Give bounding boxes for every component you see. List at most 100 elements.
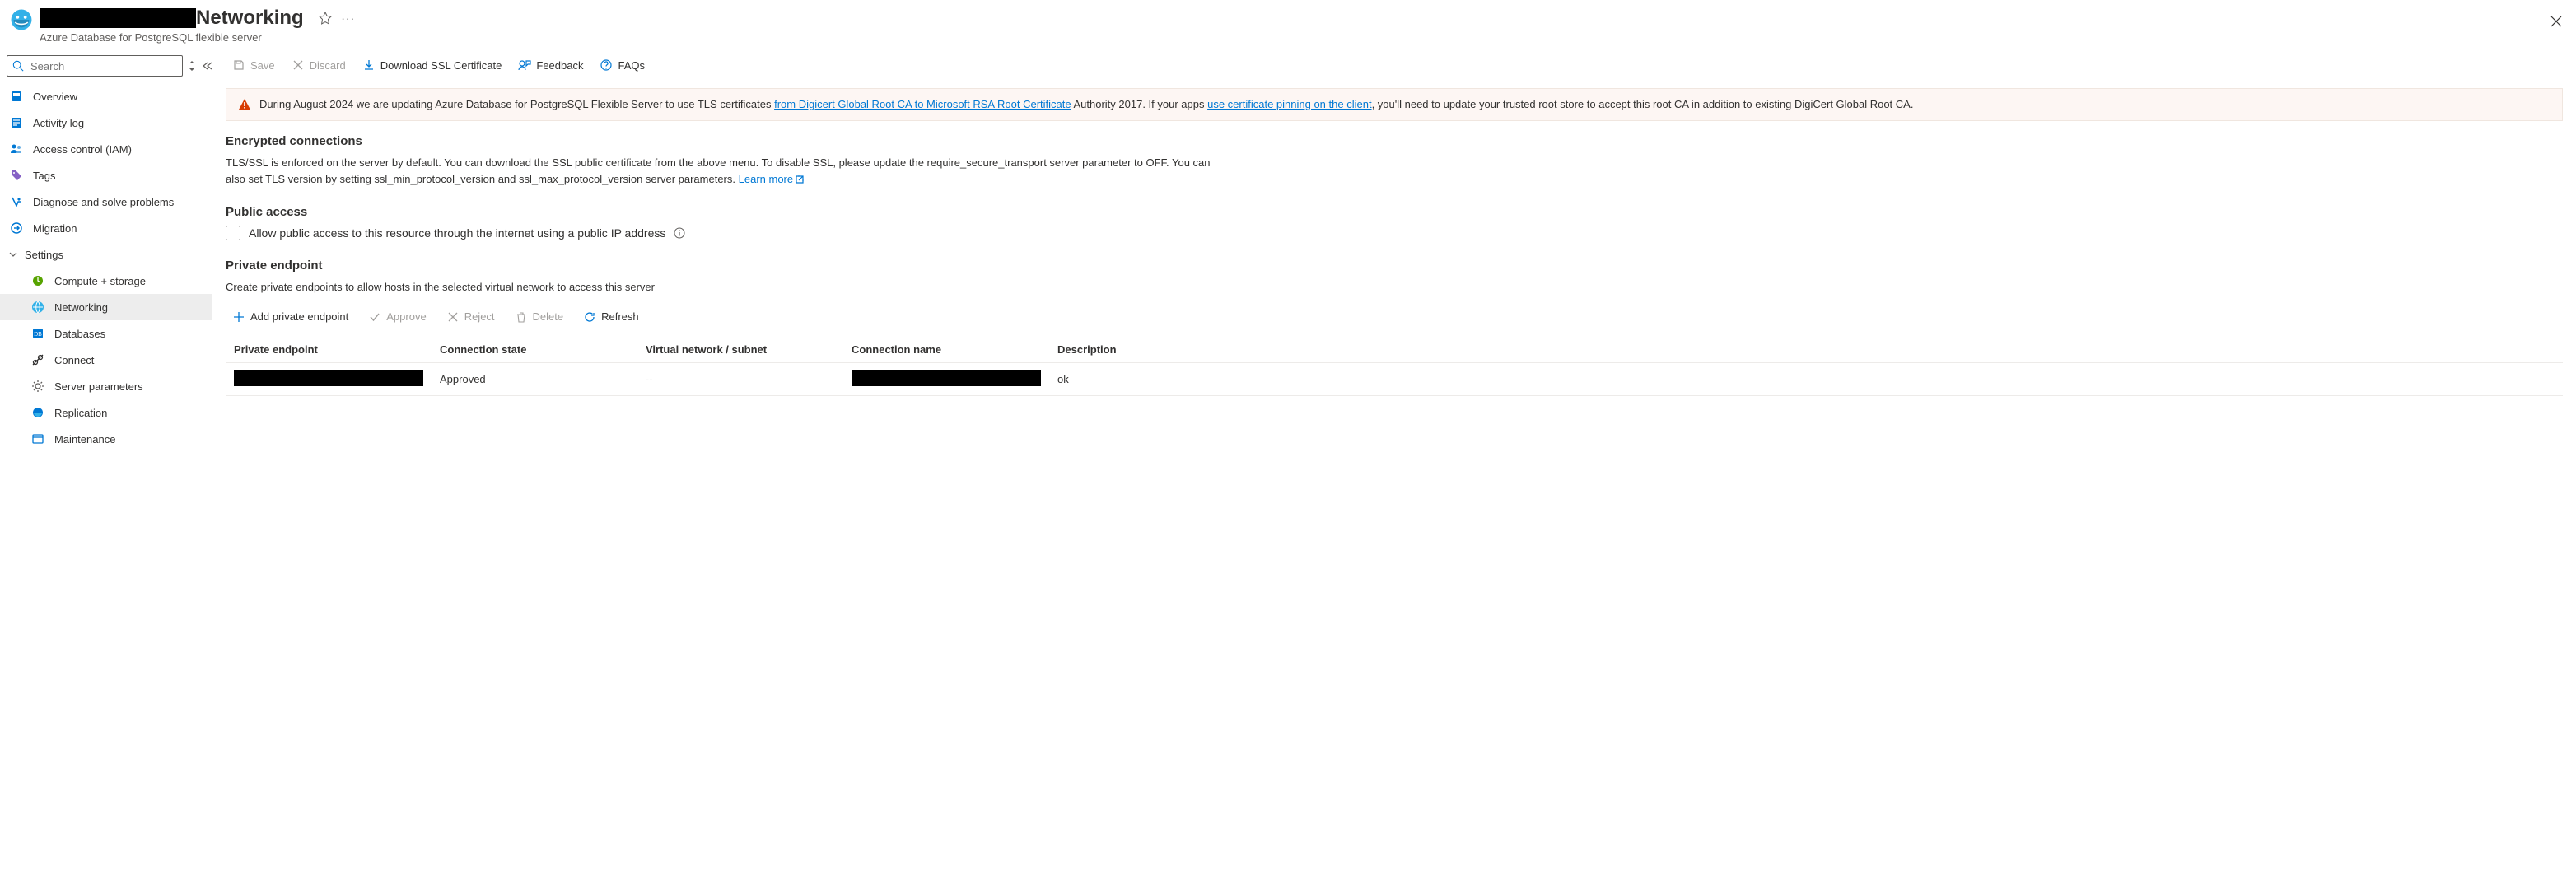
nav-label: Server parameters bbox=[54, 380, 143, 393]
nav-label: Migration bbox=[33, 222, 77, 235]
feedback-icon bbox=[518, 58, 531, 72]
expand-icon[interactable] bbox=[188, 58, 196, 74]
nav-label: Overview bbox=[33, 91, 77, 103]
approve-button[interactable]: Approve bbox=[362, 304, 432, 330]
compute-icon bbox=[31, 274, 44, 287]
col-connection-name[interactable]: Connection name bbox=[843, 337, 1049, 363]
delete-button[interactable]: Delete bbox=[508, 304, 571, 330]
page-subtitle: Azure Database for PostgreSQL flexible s… bbox=[40, 31, 360, 44]
replication-icon bbox=[31, 406, 44, 419]
nav-server-parameters[interactable]: Server parameters bbox=[0, 373, 212, 399]
section-title-encrypted: Encrypted connections bbox=[226, 134, 2563, 148]
discard-button[interactable]: Discard bbox=[285, 52, 352, 78]
nav-label: Activity log bbox=[33, 117, 84, 129]
plus-icon bbox=[232, 310, 245, 324]
nav-compute-storage[interactable]: Compute + storage bbox=[0, 268, 212, 294]
public-access-label: Allow public access to this resource thr… bbox=[249, 226, 665, 240]
col-vnet-subnet[interactable]: Virtual network / subnet bbox=[637, 337, 843, 363]
nav-databases[interactable]: DB Databases bbox=[0, 320, 212, 347]
chevron-down-icon bbox=[8, 249, 18, 259]
pe-toolbar: Add private endpoint Approve Reject Dele… bbox=[226, 304, 2563, 330]
tags-icon bbox=[10, 169, 23, 182]
col-connection-state[interactable]: Connection state bbox=[432, 337, 637, 363]
pe-name-redacted bbox=[234, 370, 423, 386]
activity-log-icon bbox=[10, 116, 23, 129]
nav-migration[interactable]: Migration bbox=[0, 215, 212, 241]
help-icon bbox=[600, 58, 613, 72]
alert-link-root-ca[interactable]: from Digicert Global Root CA to Microsof… bbox=[774, 98, 1071, 110]
search-input-wrapper[interactable] bbox=[7, 55, 183, 77]
encrypted-connections-section: Encrypted connections TLS/SSL is enforce… bbox=[212, 134, 2576, 202]
nav-label: Tags bbox=[33, 170, 55, 182]
reject-icon bbox=[446, 310, 460, 324]
nav-label: Networking bbox=[54, 301, 108, 314]
save-icon bbox=[232, 58, 245, 72]
nav-access-control[interactable]: Access control (IAM) bbox=[0, 136, 212, 162]
pin-icon[interactable] bbox=[314, 7, 337, 30]
search-input[interactable] bbox=[29, 59, 177, 73]
close-icon[interactable] bbox=[2546, 12, 2566, 31]
public-access-checkbox[interactable] bbox=[226, 226, 240, 240]
refresh-button[interactable]: Refresh bbox=[576, 304, 646, 330]
nav-networking[interactable]: Networking bbox=[0, 294, 212, 320]
table-header-row: Private endpoint Connection state Virtua… bbox=[226, 337, 2563, 363]
nav-label: Compute + storage bbox=[54, 275, 146, 287]
nav-overview[interactable]: Overview bbox=[0, 83, 212, 110]
migration-icon bbox=[10, 221, 23, 235]
feedback-button[interactable]: Feedback bbox=[511, 52, 590, 78]
nav-connect[interactable]: Connect bbox=[0, 347, 212, 373]
section-text-encrypted: TLS/SSL is enforced on the server by def… bbox=[226, 155, 1214, 187]
col-private-endpoint[interactable]: Private endpoint bbox=[226, 337, 432, 363]
nav-label: Databases bbox=[54, 328, 105, 340]
databases-icon: DB bbox=[31, 327, 44, 340]
overview-icon bbox=[10, 90, 23, 103]
save-button[interactable]: Save bbox=[226, 52, 282, 78]
maintenance-icon bbox=[31, 432, 44, 445]
add-private-endpoint-button[interactable]: Add private endpoint bbox=[226, 304, 355, 330]
nav-maintenance[interactable]: Maintenance bbox=[0, 426, 212, 452]
pe-description: Create private endpoints to allow hosts … bbox=[226, 279, 1214, 296]
tls-alert: During August 2024 we are updating Azure… bbox=[226, 88, 2563, 121]
sidebar: Overview Activity log Access control (IA… bbox=[0, 47, 212, 895]
networking-icon bbox=[31, 301, 44, 314]
external-link-icon bbox=[795, 175, 805, 184]
section-title-public-access: Public access bbox=[226, 205, 2563, 219]
refresh-icon bbox=[583, 310, 596, 324]
toolbar: Save Discard Download SSL Certificate Fe… bbox=[212, 47, 2576, 83]
learn-more-link[interactable]: Learn more bbox=[739, 173, 805, 185]
nav-tags[interactable]: Tags bbox=[0, 162, 212, 189]
nav-label: Diagnose and solve problems bbox=[33, 196, 174, 208]
connect-icon bbox=[31, 353, 44, 366]
collapse-icon[interactable] bbox=[201, 58, 212, 74]
table-row[interactable]: Approved -- ok bbox=[226, 362, 2563, 395]
info-icon[interactable] bbox=[674, 227, 685, 239]
check-icon bbox=[368, 310, 381, 324]
download-icon bbox=[362, 58, 376, 72]
nav-replication[interactable]: Replication bbox=[0, 399, 212, 426]
download-ssl-button[interactable]: Download SSL Certificate bbox=[356, 52, 509, 78]
alert-link-cert-pinning[interactable]: use certificate pinning on the client bbox=[1207, 98, 1371, 110]
nav-label: Settings bbox=[25, 249, 63, 261]
cell-description: ok bbox=[1049, 362, 2563, 395]
faqs-button[interactable]: FAQs bbox=[593, 52, 651, 78]
warning-icon bbox=[238, 98, 251, 111]
nav-diagnose[interactable]: Diagnose and solve problems bbox=[0, 189, 212, 215]
private-endpoint-section: Private endpoint Create private endpoint… bbox=[212, 259, 2576, 411]
col-description[interactable]: Description bbox=[1049, 337, 2563, 363]
nav-activity-log[interactable]: Activity log bbox=[0, 110, 212, 136]
iam-icon bbox=[10, 142, 23, 156]
diagnose-icon bbox=[10, 195, 23, 208]
private-endpoint-table: Private endpoint Connection state Virtua… bbox=[226, 337, 2563, 396]
trash-icon bbox=[515, 310, 528, 324]
section-title-private-endpoint: Private endpoint bbox=[226, 259, 2563, 273]
reject-button[interactable]: Reject bbox=[440, 304, 502, 330]
resource-icon bbox=[10, 8, 33, 31]
nav-label: Replication bbox=[54, 407, 107, 419]
nav-settings-group[interactable]: Settings bbox=[0, 241, 212, 268]
discard-icon bbox=[292, 58, 305, 72]
search-icon bbox=[12, 60, 24, 72]
more-icon[interactable]: ··· bbox=[337, 7, 360, 30]
nav-label: Connect bbox=[54, 354, 94, 366]
page-title: Networking bbox=[196, 7, 304, 30]
svg-text:DB: DB bbox=[34, 331, 42, 338]
